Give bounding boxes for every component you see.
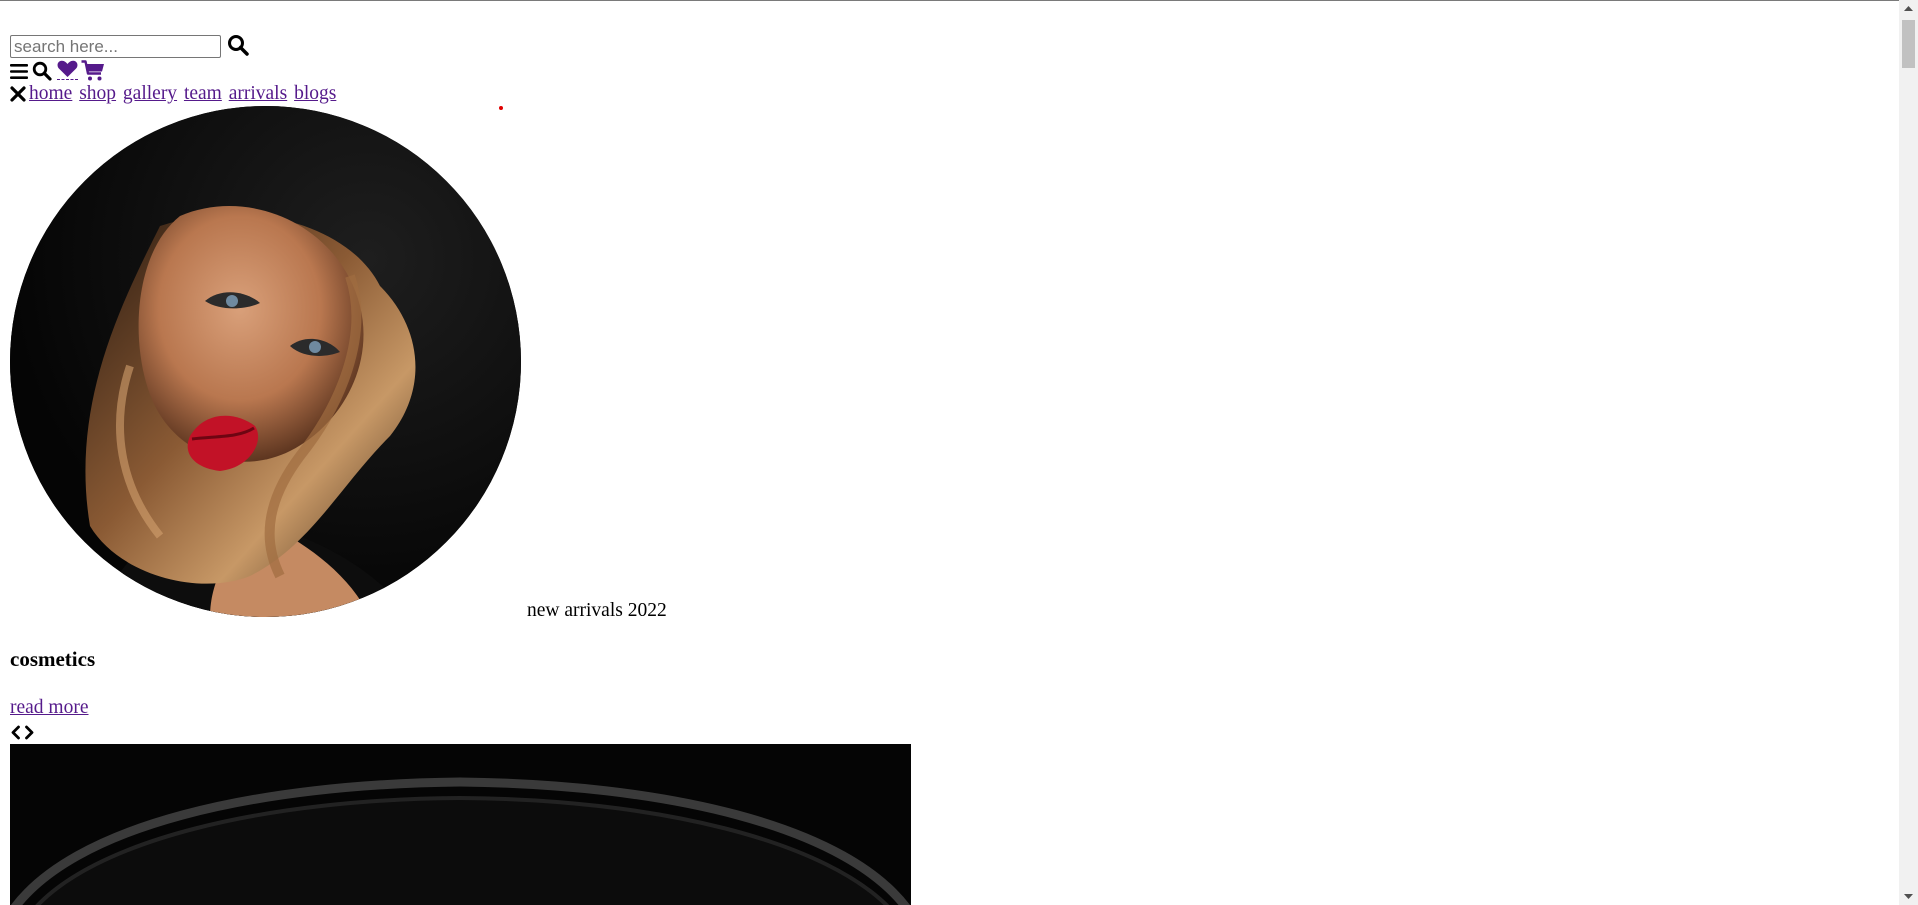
hat-brim-illustration (10, 744, 911, 905)
chevron-right-icon[interactable] (24, 725, 35, 740)
hero-title: cosmetics (10, 647, 96, 671)
hero-caption: new arrivals 2022 (527, 600, 667, 621)
nav-link-team[interactable]: team (184, 83, 222, 104)
hero-portrait-illustration (10, 106, 521, 617)
nav-link-shop[interactable]: shop (79, 83, 116, 104)
slide-image (10, 744, 911, 905)
cart-link[interactable] (81, 60, 105, 82)
search-input[interactable] (10, 35, 221, 58)
wishlist-link[interactable] (57, 60, 78, 82)
cart-icon (81, 60, 104, 81)
scroll-down-arrow-icon[interactable] (1899, 888, 1918, 905)
page: home shop gallery team arrivals blogs (0, 0, 1899, 905)
vertical-scrollbar[interactable] (1899, 0, 1918, 905)
bars-icon[interactable] (10, 63, 28, 80)
hero-image (10, 106, 521, 617)
wishlist-underline (57, 79, 78, 80)
accent-dot (499, 106, 503, 110)
heart-icon (57, 60, 78, 77)
scroll-thumb[interactable] (1902, 20, 1915, 68)
close-icon[interactable] (10, 86, 26, 102)
read-more-link[interactable]: read more (10, 697, 89, 719)
nav-link-arrivals[interactable]: arrivals (229, 83, 287, 104)
nav-link-blogs[interactable]: blogs (294, 83, 336, 104)
chevron-left-icon[interactable] (10, 725, 21, 740)
nav-link-home[interactable]: home (29, 83, 72, 104)
scroll-up-arrow-icon[interactable] (1899, 0, 1918, 17)
search-toggle-icon[interactable] (32, 61, 52, 81)
nav-link-gallery[interactable]: gallery (123, 83, 177, 104)
main-nav: home shop gallery team arrivals blogs (29, 83, 338, 105)
search-icon[interactable] (227, 34, 249, 56)
